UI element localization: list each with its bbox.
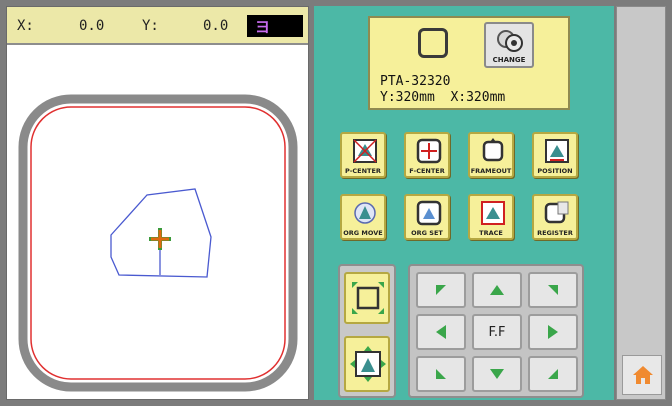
frameout-label: FRAMEOUT	[470, 167, 512, 175]
home-icon	[633, 366, 653, 384]
hoop-change-icon	[497, 30, 523, 52]
needle-position-cursor	[149, 228, 171, 250]
y-value: 0.0	[203, 18, 229, 34]
hoop-model: PTA-32320	[380, 74, 451, 89]
position-label: POSITION	[537, 167, 573, 175]
arrow-down-icon	[490, 369, 504, 379]
hoop-info-box: CHANGE PTA-32320 Y:320mm X:320mm	[368, 16, 570, 110]
org-set-button[interactable]: ORG SET	[404, 194, 450, 240]
f-center-label: F-CENTER	[409, 167, 445, 175]
org-move-icon	[354, 202, 376, 224]
change-label: CHANGE	[492, 56, 526, 64]
register-label: REGISTER	[537, 229, 573, 237]
design-preview-panel: X: 0.0 Y: 0.0 ヨ	[6, 6, 309, 400]
p-center-icon	[353, 139, 377, 163]
change-hoop-button[interactable]: CHANGE	[484, 22, 534, 68]
f-center-icon	[416, 138, 442, 164]
org-set-label: ORG SET	[411, 229, 443, 237]
register-icon	[544, 201, 569, 224]
org-move-button[interactable]: ORG MOVE	[340, 194, 386, 240]
arrow-up-left-icon	[436, 285, 446, 295]
jog-up-right-button[interactable]	[528, 272, 578, 308]
hoop-preview	[18, 94, 298, 392]
jog-up-button[interactable]	[472, 272, 522, 308]
right-sidebar	[616, 6, 666, 400]
frame-expand-icon	[352, 282, 384, 314]
jog-down-left-button[interactable]	[416, 356, 466, 392]
jog-down-button[interactable]	[472, 356, 522, 392]
org-move-label: ORG MOVE	[343, 229, 383, 237]
speed-badge: ヨ	[247, 15, 303, 37]
p-center-button[interactable]: P-CENTER	[340, 132, 386, 178]
x-value: 0.0	[79, 18, 105, 34]
position-icon	[545, 139, 569, 163]
frame-move-large-button[interactable]	[344, 272, 390, 324]
jog-up-left-button[interactable]	[416, 272, 466, 308]
badge-text: ヨ	[255, 18, 271, 36]
trace-label: TRACE	[479, 229, 503, 237]
home-button[interactable]	[622, 355, 662, 395]
jog-pad: F.F	[408, 264, 584, 398]
trace-button[interactable]: TRACE	[468, 194, 514, 240]
p-center-label: P-CENTER	[345, 167, 381, 175]
frame-move-design-button[interactable]	[344, 336, 390, 392]
jog-left-button[interactable]	[416, 314, 466, 350]
design-move-icon	[350, 346, 386, 382]
arrow-right-icon	[548, 325, 558, 339]
position-button[interactable]: POSITION	[532, 132, 578, 178]
arrow-up-icon	[490, 285, 504, 295]
org-set-icon	[416, 200, 442, 226]
fast-feed-label: F.F	[488, 324, 506, 340]
trace-icon	[481, 201, 505, 225]
jog-right-button[interactable]	[528, 314, 578, 350]
register-button[interactable]: REGISTER	[532, 194, 578, 240]
coordinate-bar: X: 0.0 Y: 0.0 ヨ	[7, 7, 308, 45]
control-panel: CHANGE PTA-32320 Y:320mm X:320mm P-CENTE…	[314, 6, 614, 400]
arrow-down-left-icon	[436, 369, 446, 379]
arrow-left-icon	[436, 325, 446, 339]
arrow-up-right-icon	[548, 285, 558, 295]
y-label: Y:	[142, 18, 159, 34]
jog-fast-feed-button[interactable]: F.F	[472, 314, 522, 350]
frame-move-panel	[338, 264, 396, 398]
jog-down-right-button[interactable]	[528, 356, 578, 392]
f-center-button[interactable]: F-CENTER	[404, 132, 450, 178]
frame-icon	[418, 28, 448, 58]
hoop-size: Y:320mm X:320mm	[380, 90, 506, 105]
frameout-button[interactable]: FRAMEOUT	[468, 132, 514, 178]
x-label: X:	[17, 18, 34, 34]
frameout-icon	[482, 138, 504, 162]
arrow-down-right-icon	[548, 369, 558, 379]
